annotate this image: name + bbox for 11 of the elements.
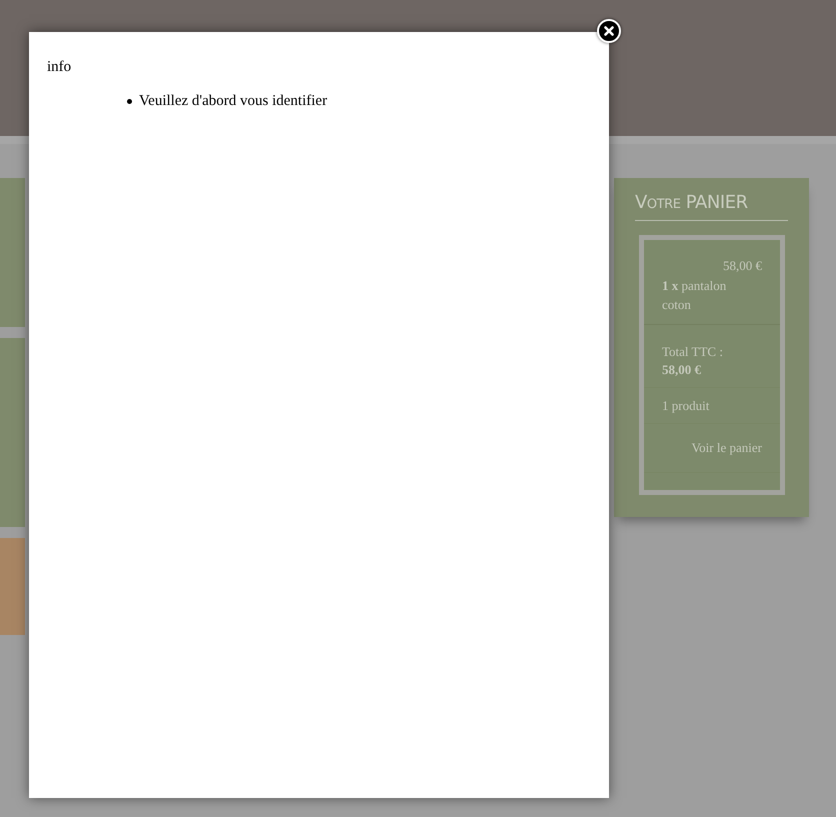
total-value: 58,00 €: [662, 360, 701, 378]
view-cart-link[interactable]: Voir le panier: [691, 440, 762, 455]
close-icon: [604, 26, 614, 36]
cart-title: Votre PANIER: [635, 192, 788, 221]
total-label: Total TTC :: [662, 342, 724, 360]
product-count: 1 produit: [662, 398, 710, 412]
modal-title: info: [47, 58, 72, 76]
item-price: 58,00 €: [723, 258, 762, 273]
item-description: 1 x pantalon coton: [662, 278, 726, 312]
bullet-icon: [127, 98, 132, 104]
message-text: Veuillez d'abord vous identifier: [139, 92, 328, 110]
